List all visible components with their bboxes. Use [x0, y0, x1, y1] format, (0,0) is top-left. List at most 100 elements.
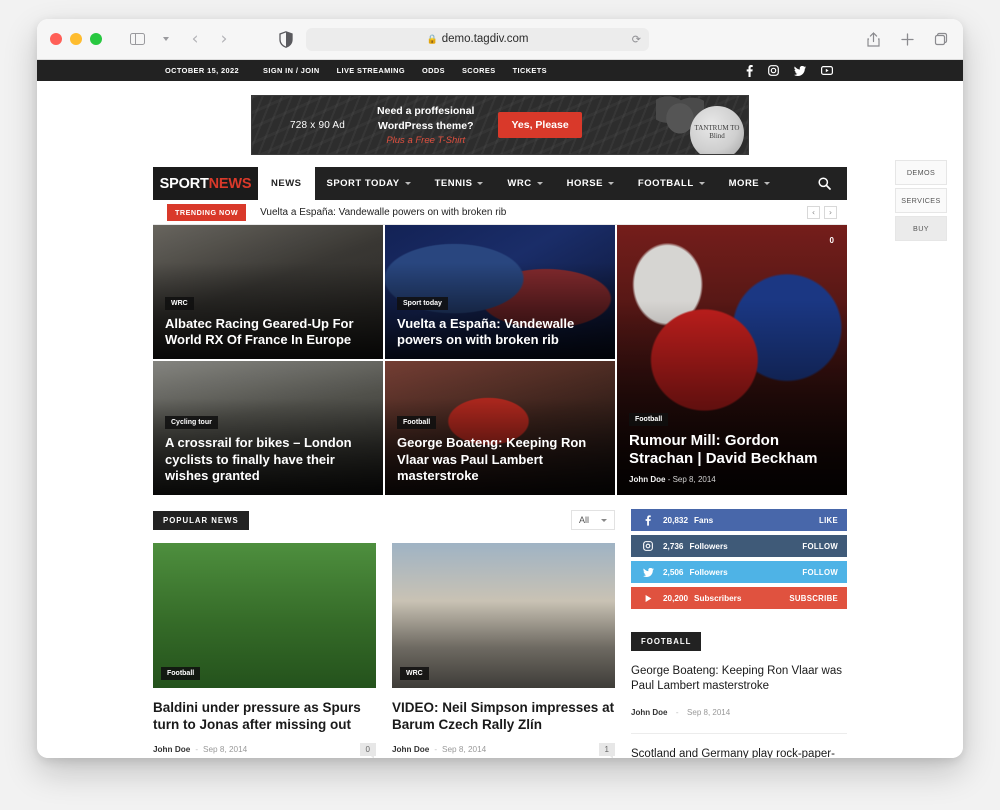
- category-badge[interactable]: WRC: [165, 296, 194, 310]
- sidebar-list-item[interactable]: George Boateng: Keeping Ron Vlaar was Pa…: [631, 651, 847, 734]
- maximize-window-button[interactable]: [90, 33, 102, 45]
- ad-copy: Need a proffesional WordPress theme? Plu…: [377, 104, 474, 145]
- sidebar-item-title[interactable]: George Boateng: Keeping Ron Vlaar was Pa…: [631, 664, 847, 695]
- ad-banner[interactable]: 728 x 90 Ad Need a proffesional WordPres…: [251, 95, 749, 155]
- post-thumbnail[interactable]: Football: [153, 543, 376, 688]
- social-action-button[interactable]: SUBSCRIBE: [789, 594, 838, 603]
- address-bar[interactable]: 🔒 demo.tagdiv.com ⟳: [306, 27, 649, 51]
- minimize-window-button[interactable]: [70, 33, 82, 45]
- social-action-button[interactable]: FOLLOW: [802, 542, 838, 551]
- top-menu-odds[interactable]: ODDS: [422, 66, 445, 75]
- top-menu-live-streaming[interactable]: LIVE STREAMING: [337, 66, 405, 75]
- facebook-icon: [640, 514, 656, 526]
- site-logo[interactable]: SPORT NEWS: [153, 167, 258, 200]
- nav-item-news[interactable]: NEWS: [258, 167, 315, 200]
- category-filter-dropdown[interactable]: All: [570, 510, 615, 530]
- nav-items: SPORT TODAY TENNIS WRC HORSE FOOTBALL MO…: [315, 167, 783, 200]
- social-action-button[interactable]: FOLLOW: [802, 568, 838, 577]
- category-badge[interactable]: Cycling tour: [165, 416, 218, 430]
- nav-item-football[interactable]: FOOTBALL: [626, 167, 717, 200]
- follower-count: 2,736: [663, 541, 684, 551]
- top-menu-tickets[interactable]: TICKETS: [513, 66, 547, 75]
- hero-card-title[interactable]: George Boateng: Keeping Ron Vlaar was Pa…: [397, 435, 603, 484]
- nav-item-sport-today[interactable]: SPORT TODAY: [315, 167, 423, 200]
- follower-label: Followers: [689, 567, 728, 577]
- url-text: demo.tagdiv.com: [441, 33, 529, 45]
- category-badge[interactable]: Football: [629, 412, 669, 426]
- float-tab-demos[interactable]: DEMOS: [895, 160, 947, 185]
- nav-label: FOOTBALL: [637, 178, 694, 189]
- hero-grid: WRC Albatec Racing Geared-Up For World R…: [153, 225, 847, 495]
- hero-card-wrc[interactable]: WRC Albatec Racing Geared-Up For World R…: [153, 225, 383, 359]
- category-badge[interactable]: Football: [397, 416, 437, 430]
- category-badge[interactable]: Football: [161, 667, 201, 680]
- close-window-button[interactable]: [50, 33, 62, 45]
- hero-card-title[interactable]: A crossrail for bikes – London cyclists …: [165, 435, 371, 484]
- author-name[interactable]: John Doe: [629, 475, 665, 484]
- top-utility-bar: OCTOBER 15, 2022 SIGN IN / JOIN LIVE STR…: [37, 60, 963, 81]
- trending-headline[interactable]: Vuelta a España: Vandewalle powers on wi…: [260, 207, 506, 218]
- social-counter-youtube[interactable]: 20,200 Subscribers SUBSCRIBE: [631, 587, 847, 609]
- hero-feature-title[interactable]: Rumour Mill: Gordon Strachan | David Bec…: [629, 432, 835, 470]
- nav-item-more[interactable]: MORE: [717, 167, 783, 200]
- chevron-down-icon: [607, 182, 614, 185]
- nav-item-wrc[interactable]: WRC: [495, 167, 554, 200]
- social-counter-twitter[interactable]: 2,506 Followers FOLLOW: [631, 561, 847, 583]
- plus-icon[interactable]: [898, 30, 916, 48]
- post-card[interactable]: Football Baldini under pressure as Spurs…: [153, 543, 376, 758]
- author-name[interactable]: John Doe: [153, 745, 190, 754]
- reload-icon[interactable]: ⟳: [632, 33, 641, 46]
- hero-card-cycling[interactable]: Cycling tour A crossrail for bikes – Lon…: [153, 361, 383, 495]
- top-menu-signin[interactable]: SIGN IN / JOIN: [263, 66, 320, 75]
- sidebar-toggle-icon[interactable]: [124, 27, 150, 51]
- post-title[interactable]: Baldini under pressure as Spurs turn to …: [153, 699, 376, 734]
- post-card[interactable]: WRC VIDEO: Neil Simpson impresses at Bar…: [392, 543, 615, 758]
- ad-cta-button[interactable]: Yes, Please: [498, 112, 582, 138]
- search-icon[interactable]: [818, 167, 847, 200]
- trending-nav: ‹ ›: [807, 205, 837, 219]
- nav-item-tennis[interactable]: TENNIS: [423, 167, 496, 200]
- float-tab-services[interactable]: SERVICES: [895, 188, 947, 213]
- trending-bar: TRENDING NOW Vuelta a España: Vandewalle…: [153, 200, 847, 225]
- social-counter-instagram[interactable]: 2,736 Followers FOLLOW: [631, 535, 847, 557]
- facebook-icon[interactable]: [746, 64, 753, 77]
- sidebar-list-item[interactable]: Scotland and Germany play rock-paper-sci…: [631, 734, 847, 758]
- sidebar-item-title[interactable]: Scotland and Germany play rock-paper-sci…: [631, 747, 847, 758]
- post-thumbnail[interactable]: WRC: [392, 543, 615, 688]
- hero-card-football[interactable]: Football George Boateng: Keeping Ron Vla…: [385, 361, 615, 495]
- publish-date: Sep 8, 2014: [672, 475, 716, 484]
- hero-feature-card[interactable]: 0 Football Rumour Mill: Gordon Strachan …: [617, 225, 847, 495]
- twitter-icon[interactable]: [794, 65, 806, 76]
- category-badge[interactable]: Sport today: [397, 296, 448, 310]
- youtube-icon[interactable]: [821, 66, 833, 75]
- top-menu-scores[interactable]: SCORES: [462, 66, 496, 75]
- back-arrow-icon[interactable]: ‹: [182, 27, 208, 51]
- category-badge[interactable]: WRC: [400, 667, 429, 680]
- privacy-shield-icon[interactable]: [279, 30, 293, 48]
- publish-date: Sep 8, 2014: [442, 744, 487, 754]
- ad-disc-graphic: TANTRUM TO Blind: [690, 106, 744, 154]
- forward-arrow-icon[interactable]: ›: [211, 27, 237, 51]
- instagram-icon[interactable]: [768, 65, 779, 76]
- hero-card-sport-today[interactable]: Sport today Vuelta a España: Vandewalle …: [385, 225, 615, 359]
- nav-item-horse[interactable]: HORSE: [555, 167, 626, 200]
- chevron-down-icon[interactable]: [153, 27, 179, 51]
- social-counter-facebook[interactable]: 20,832 Fans LIKE: [631, 509, 847, 531]
- tab-overview-icon[interactable]: [932, 30, 950, 48]
- hero-left-column: WRC Albatec Racing Geared-Up For World R…: [153, 225, 615, 495]
- post-title[interactable]: VIDEO: Neil Simpson impresses at Barum C…: [392, 699, 615, 734]
- author-name[interactable]: John Doe: [631, 708, 667, 717]
- ad-tagline: Plus a Free T-Shirt: [386, 134, 466, 146]
- hero-card-title[interactable]: Albatec Racing Geared-Up For World RX Of…: [165, 316, 371, 349]
- social-action-button[interactable]: LIKE: [819, 516, 838, 525]
- share-icon[interactable]: [864, 30, 882, 48]
- author-name[interactable]: John Doe: [392, 745, 429, 754]
- hero-card-title[interactable]: Vuelta a España: Vandewalle powers on wi…: [397, 316, 603, 349]
- float-tab-buy[interactable]: BUY: [895, 216, 947, 241]
- comment-count-badge[interactable]: 0: [359, 742, 376, 758]
- comment-count-badge[interactable]: 1: [598, 742, 615, 758]
- trending-prev-button[interactable]: ‹: [807, 205, 820, 219]
- hero-card-meta: WRC Albatec Racing Geared-Up For World R…: [165, 292, 371, 349]
- trending-next-button[interactable]: ›: [824, 205, 837, 219]
- url-text-group: 🔒 demo.tagdiv.com: [427, 33, 529, 45]
